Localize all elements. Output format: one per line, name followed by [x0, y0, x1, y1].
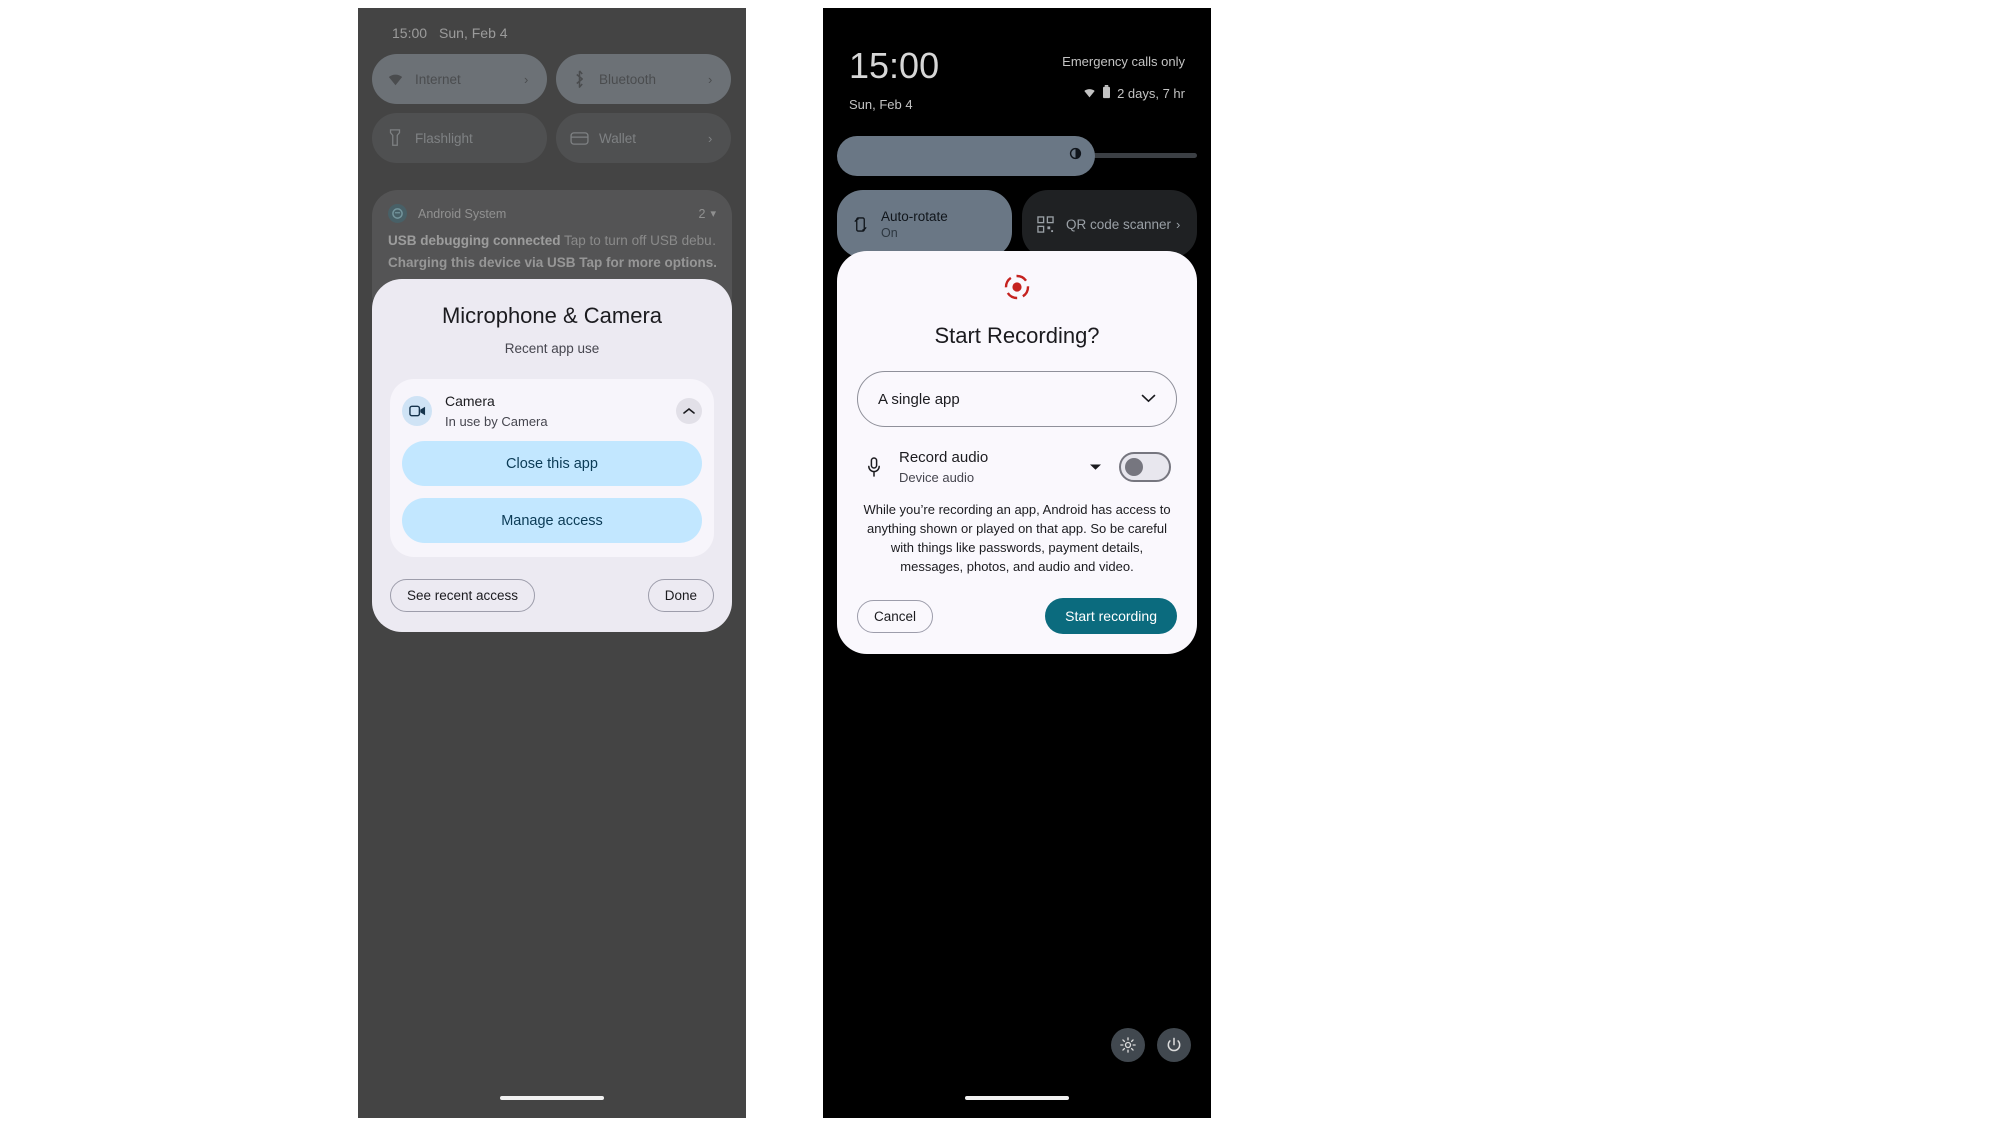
chevron-up-icon[interactable] [676, 398, 702, 424]
record-audio-row[interactable]: Record audio Device audio [857, 449, 1177, 485]
battery-icon [1102, 85, 1111, 102]
chevron-right-icon[interactable]: › [1176, 217, 1186, 232]
screen-record-icon [1003, 273, 1031, 306]
chevron-down-icon[interactable] [1141, 390, 1156, 408]
screen-record-icon-wrap [857, 273, 1177, 306]
start-recording-dialog: Start Recording? A single app Record aud… [837, 251, 1197, 655]
camera-icon [402, 396, 432, 426]
power-icon[interactable] [1157, 1028, 1191, 1062]
brightness-icon [1067, 145, 1084, 167]
brightness-fill [837, 136, 1095, 176]
dialog-footer: Cancel Start recording [857, 598, 1177, 635]
battery-remaining: 2 days, 7 hr [1117, 86, 1185, 101]
right-phone-screen: 15:00 Sun, Feb 4 Emergency calls only 2 … [823, 8, 1211, 1118]
gear-icon[interactable] [1111, 1028, 1145, 1062]
qs-tile-auto-rotate[interactable]: Auto-rotate On [837, 190, 1012, 258]
right-status-header: 15:00 Sun, Feb 4 Emergency calls only 2 … [823, 45, 1211, 113]
manage-access-button[interactable]: Manage access [402, 498, 702, 543]
done-button[interactable]: Done [647, 579, 714, 612]
permission-entry-row[interactable]: Camera In use by Camera [402, 393, 702, 429]
record-audio-label: Record audio [899, 449, 989, 466]
dialog-body-text: While you’re recording an app, Android h… [863, 502, 1171, 574]
permission-dialog-subtitle: Recent app use [504, 341, 600, 356]
navigation-handle[interactable] [500, 1096, 604, 1100]
recording-scope-select[interactable]: A single app [857, 371, 1177, 427]
qs-tile-state: On [881, 225, 898, 240]
qs-tile-text: QR code scanner [1066, 217, 1176, 232]
permission-entry-card: Camera In use by Camera Close this app M… [390, 379, 714, 557]
permission-dialog: Microphone & Camera Recent app use Camer… [372, 279, 732, 632]
shade-footer-buttons [1111, 1028, 1191, 1062]
record-audio-toggle[interactable] [1119, 452, 1171, 482]
cancel-button[interactable]: Cancel [857, 599, 934, 633]
carrier-status: Emergency calls only [1062, 54, 1185, 69]
wifi-icon [1083, 86, 1096, 101]
battery-status-row: 2 days, 7 hr [1062, 85, 1185, 102]
permission-entry-name: Camera [445, 393, 495, 409]
qr-code-icon [1035, 214, 1055, 234]
qs-tile-label: QR code scanner [1066, 216, 1172, 232]
close-this-app-button[interactable]: Close this app [402, 441, 702, 486]
microphone-icon [863, 456, 885, 478]
dialog-title: Start Recording? [934, 323, 1100, 348]
record-audio-text: Record audio Device audio [899, 449, 1089, 485]
permission-entry-text: Camera In use by Camera [445, 393, 676, 429]
qs-tile-text: Auto-rotate On [881, 209, 1001, 240]
brightness-slider[interactable] [837, 136, 1197, 176]
status-date: Sun, Feb 4 [849, 97, 913, 112]
status-clock: 15:00 [849, 45, 940, 86]
left-phone-screen: 15:00 Sun, Feb 4 Internet › Bluetooth › … [358, 8, 746, 1118]
recording-scope-value: A single app [878, 390, 960, 408]
navigation-handle[interactable] [965, 1096, 1069, 1100]
status-clock-block: 15:00 Sun, Feb 4 [849, 45, 940, 113]
record-audio-source: Device audio [899, 470, 975, 485]
permission-dialog-title: Microphone & Camera [441, 303, 663, 328]
see-recent-access-button[interactable]: See recent access [390, 579, 536, 612]
qs-tile-qr-code-scanner[interactable]: QR code scanner › [1022, 190, 1197, 258]
start-recording-button[interactable]: Start recording [1045, 598, 1177, 635]
auto-rotate-icon [850, 214, 870, 234]
status-info-block: Emergency calls only 2 days, 7 hr [1062, 48, 1185, 102]
toggle-knob [1125, 458, 1143, 476]
caret-down-icon[interactable] [1089, 458, 1105, 476]
permission-entry-status: In use by Camera [445, 414, 548, 429]
permission-dialog-footer: See recent access Done [390, 579, 714, 612]
qs-tile-label: Auto-rotate [881, 208, 948, 224]
quick-settings-tiles: Auto-rotate On QR code scanner › [837, 190, 1197, 258]
